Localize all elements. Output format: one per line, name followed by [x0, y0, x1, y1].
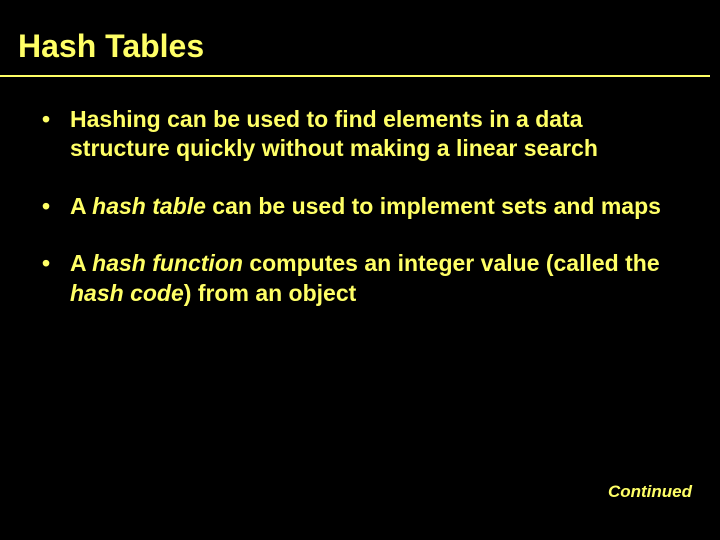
bullet-text-pre: A — [70, 250, 92, 276]
bullet-text-post: computes an integer value (called the — [243, 250, 660, 276]
bullet-item: A hash function computes an integer valu… — [36, 249, 684, 308]
slide-content: Hashing can be used to find elements in … — [0, 77, 720, 308]
bullet-text-post2: ) from an object — [184, 280, 357, 306]
bullet-item: Hashing can be used to find elements in … — [36, 105, 684, 164]
bullet-item: A hash table can be used to implement se… — [36, 192, 684, 221]
bullet-text-post: can be used to implement sets and maps — [206, 193, 661, 219]
bullet-text-italic2: hash code — [70, 280, 184, 306]
bullet-text: Hashing can be used to find elements in … — [70, 106, 598, 161]
bullet-text-italic: hash table — [92, 193, 206, 219]
slide-title: Hash Tables — [0, 0, 710, 77]
bullet-text-italic: hash function — [92, 250, 243, 276]
footer-continued: Continued — [608, 482, 692, 502]
slide: Hash Tables Hashing can be used to find … — [0, 0, 720, 540]
bullet-list: Hashing can be used to find elements in … — [36, 105, 684, 308]
bullet-text-pre: A — [70, 193, 92, 219]
